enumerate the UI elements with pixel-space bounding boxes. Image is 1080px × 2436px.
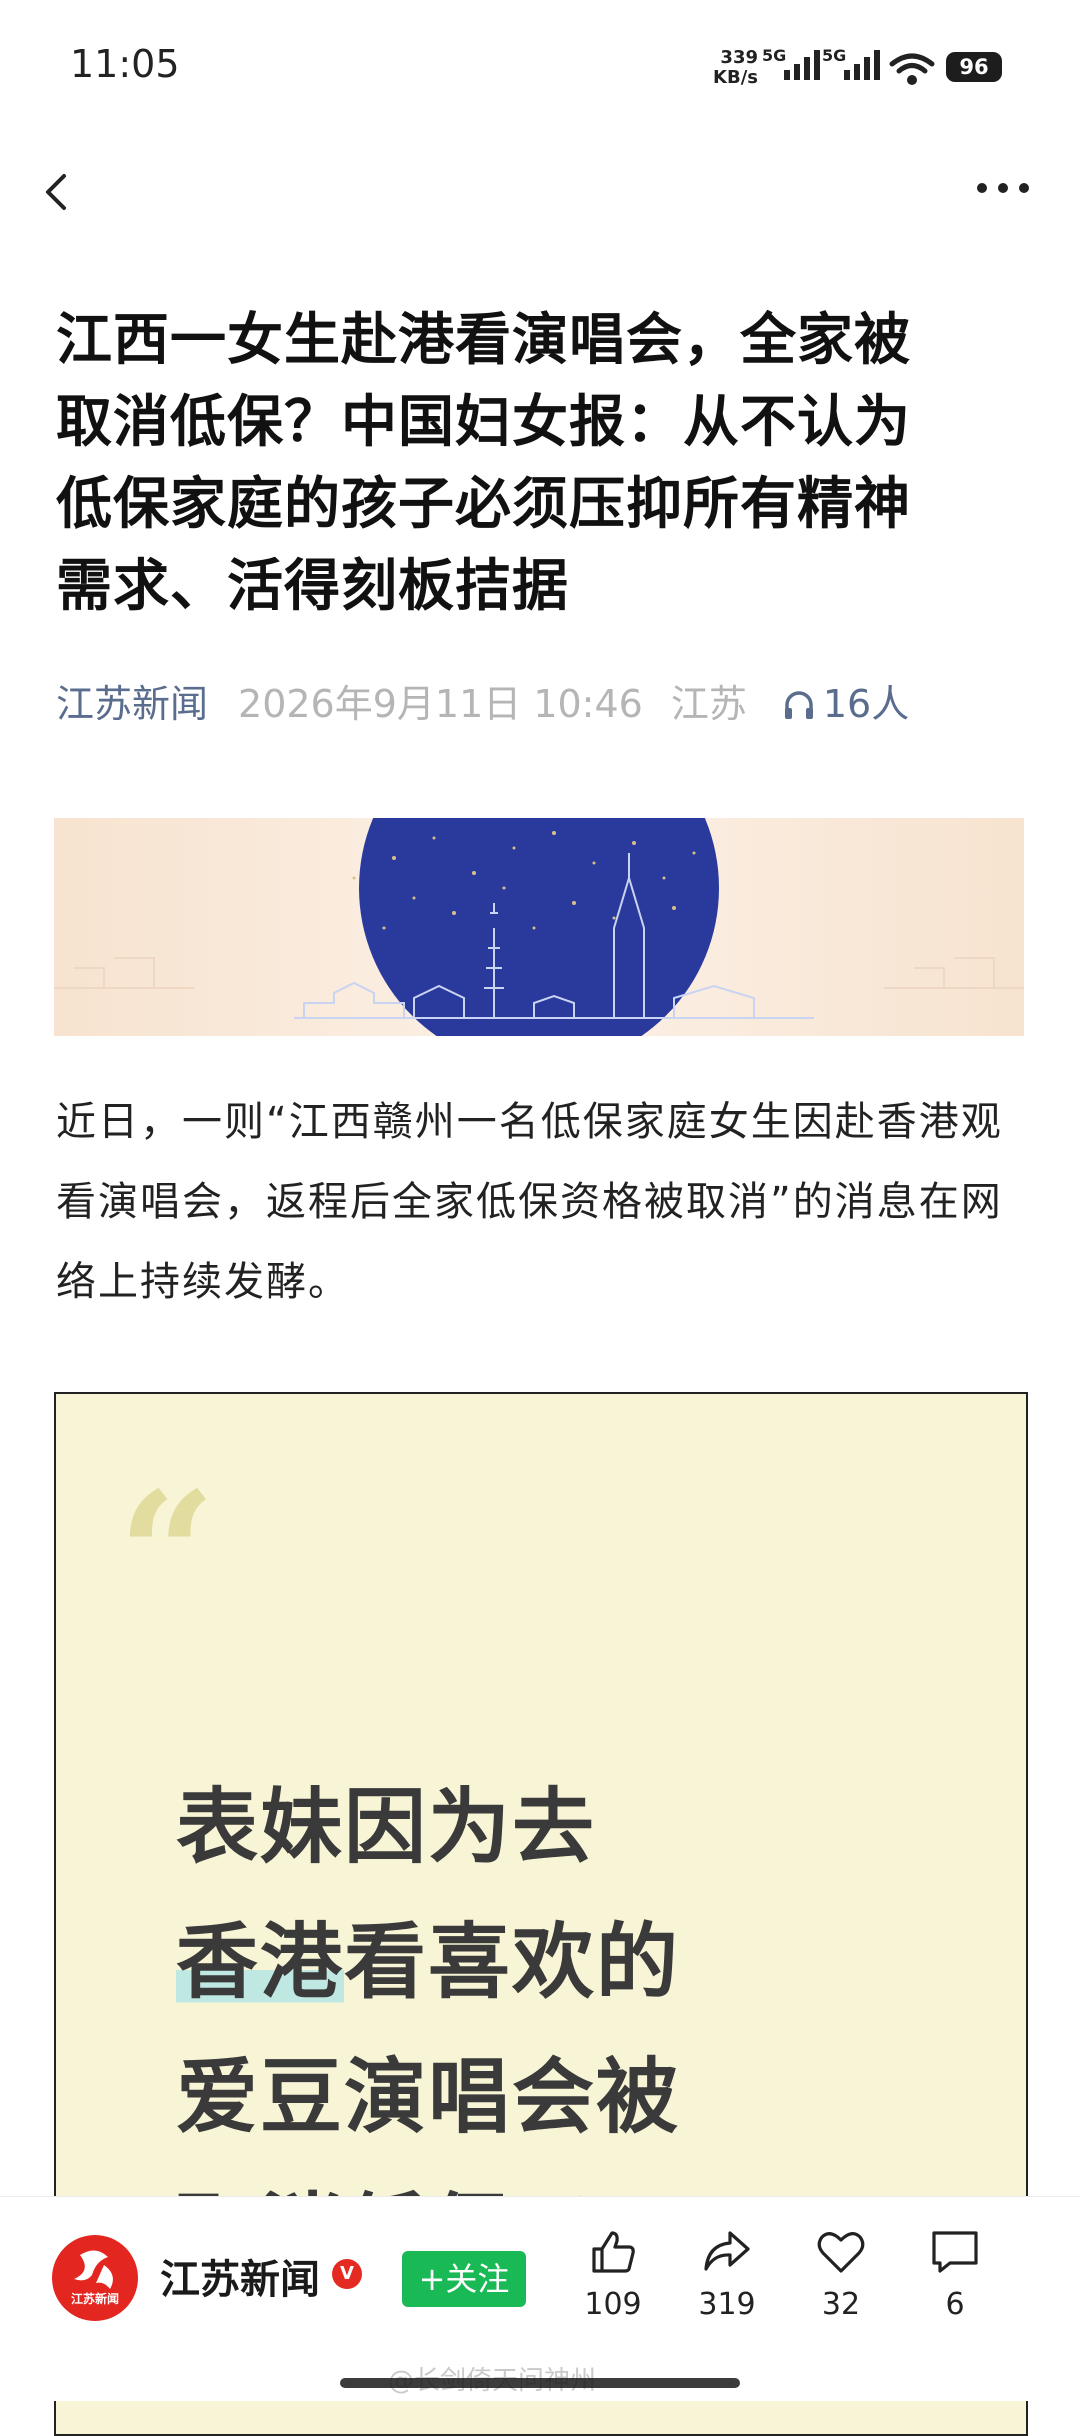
publisher-name[interactable]: 江苏新闻 [160,2247,320,2305]
status-time: 11:05 [70,42,180,86]
battery-indicator: 96 [946,52,1002,82]
article-title: 江西一女生赴港看演唱会，全家被 取消低保？中国妇女报：从不认为 低保家庭的孩子必… [56,308,911,619]
article-paragraph: 近日，一则“江西赣州一名低保家庭女生因赴香港观看演唱会，返程后全家低保资格被取消… [56,1099,1003,1305]
location-label: 江苏 [670,682,747,726]
favorite-button[interactable]: 32 [796,2225,886,2322]
more-button[interactable] [968,168,1038,208]
share-button[interactable]: 319 [682,2225,772,2322]
wifi-icon [889,53,935,85]
heart-icon [817,2232,865,2273]
quote-mark-icon: “ [118,1455,216,1655]
article-banner-image [54,818,1024,1036]
listen-count[interactable]: 16人 [781,682,909,726]
source-link[interactable]: 江苏新闻 [56,682,208,726]
comment-bubble-icon [932,2231,978,2273]
network-speed: 339 KB/s [713,47,758,88]
follow-button[interactable]: +关注 [402,2251,526,2307]
more-dots-icon [977,183,1029,193]
publisher-avatar[interactable]: 江苏新闻 [52,2235,138,2321]
article-meta: 江苏新闻 2026年9月11日 10:46 江苏 16人 [56,676,1036,732]
like-button[interactable]: 109 [568,2225,658,2322]
verified-badge-icon: V [332,2259,362,2289]
status-bar: 11:05 339 KB/s 5G 5G 96 [0,0,1080,130]
top-nav [0,150,1080,230]
back-button[interactable] [28,162,88,222]
thumbs-up-icon [592,2231,635,2273]
chevron-left-icon [46,174,66,210]
home-indicator[interactable] [340,2378,740,2388]
share-arrow-icon [704,2231,750,2271]
comment-button[interactable]: 6 [910,2225,1000,2322]
headphones-icon [784,691,813,719]
publish-datetime: 2026年9月11日 10:46 [238,682,643,726]
